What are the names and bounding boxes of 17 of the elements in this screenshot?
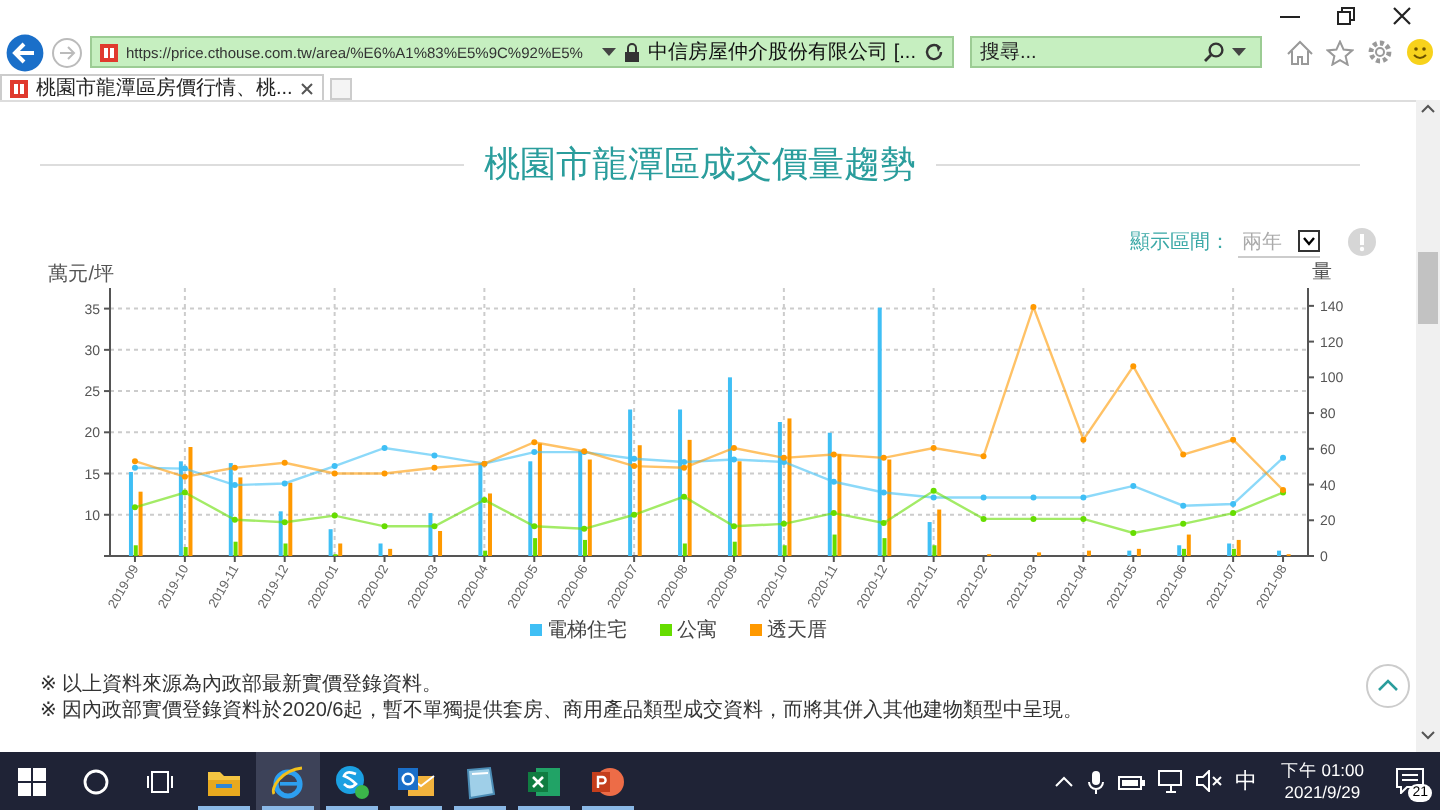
site-identity[interactable]: 中信房屋仲介股份有限公司 [...: [648, 38, 916, 66]
legend-label: 電梯住宅: [547, 617, 627, 644]
date-text: 2021/9/29: [1284, 781, 1361, 803]
axis-title: 量: [1312, 262, 1332, 284]
axis-title: 萬元/坪: [48, 264, 114, 286]
legend-label: 透天厝: [767, 617, 827, 644]
input-method-indicator[interactable]: 中: [1234, 766, 1257, 796]
browser-tab[interactable]: 桃園市龍潭區房價行情、桃...: [0, 74, 325, 100]
footnote: ※ 因內政部實價登錄資料於2020/6起，暫不單獨提供套房、商用產品類型成交資料，而將其併入其他建物類型中呈現。: [40, 698, 1084, 724]
clock[interactable]: 下午 01:00 2021/9/29: [1280, 759, 1364, 803]
search-input[interactable]: 搜尋...: [980, 41, 1196, 63]
range-label: 顯示區間：: [1130, 229, 1230, 256]
footnote: ※ 以上資料來源為內政部最新實價登錄資料。: [40, 672, 443, 698]
search-field[interactable]: 搜尋...: [970, 36, 1262, 68]
time-text: 下午 01:00: [1280, 759, 1364, 781]
page-title: 桃園市龍潭區成交價量趨勢: [484, 142, 916, 188]
legend-label: 公寓: [677, 617, 717, 644]
